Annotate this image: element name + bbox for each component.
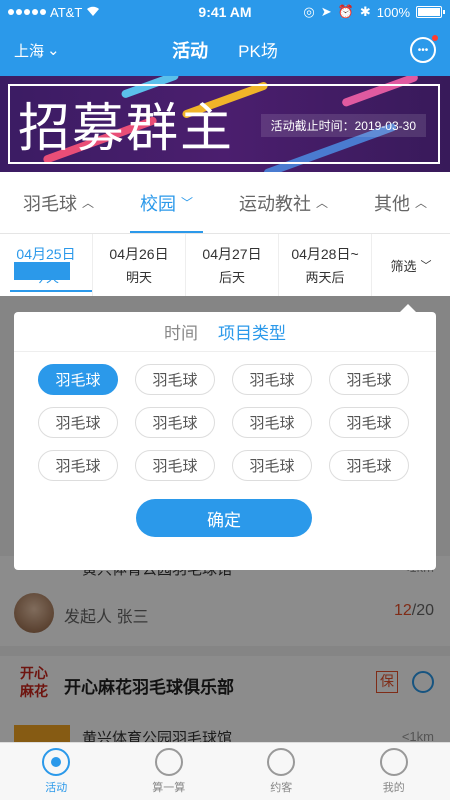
promo-banner[interactable]: 招募群主 活动截止时间：2019-03-30 xyxy=(0,76,450,172)
date-later[interactable]: 04月28日~ 两天后 xyxy=(279,234,372,296)
meet-icon xyxy=(267,748,296,776)
category-badminton[interactable]: 羽毛球 ︿ xyxy=(23,172,94,233)
date-label: 两天后 xyxy=(305,270,345,285)
category-sports-club[interactable]: 运动教社 ︿ xyxy=(239,172,328,233)
tabbar-profile[interactable]: 我的 xyxy=(338,743,450,800)
chevron-up-icon: ︿ xyxy=(81,196,94,210)
filter-popup: 时间 项目类型 羽毛球 羽毛球 羽毛球 羽毛球 羽毛球 羽毛球 羽毛球 羽毛球 … xyxy=(14,304,436,570)
tabbar-label: 我的 xyxy=(382,782,405,794)
category-label: 羽毛球 xyxy=(22,193,77,214)
sport-chip[interactable]: 羽毛球 xyxy=(232,450,312,481)
sport-chip[interactable]: 羽毛球 xyxy=(135,450,215,481)
sport-chip[interactable]: 羽毛球 xyxy=(329,450,409,481)
tabbar-activity[interactable]: 活动 xyxy=(0,743,113,800)
sport-chip[interactable]: 羽毛球 xyxy=(38,450,118,481)
tabbar-meet[interactable]: 约客 xyxy=(225,743,338,800)
notification-dot xyxy=(432,35,438,41)
tab-pk[interactable]: PK场 xyxy=(238,37,278,63)
tabbar-label: 约客 xyxy=(270,782,293,794)
chevron-down-icon: ﹀ xyxy=(420,260,432,272)
chevron-down-icon: ﹀ xyxy=(180,196,193,210)
carrier-label: AT&T xyxy=(50,4,83,20)
sport-chip[interactable]: 羽毛球 xyxy=(38,407,118,438)
city-selector[interactable]: 上海 ⌄ xyxy=(14,40,60,61)
banner-title: 招募群主 xyxy=(18,99,235,159)
top-bar: AT&T 9:41 AM ◎ ➤ ⏰ ✱ 100% 上海 ⌄ 活动 PK场 ••… xyxy=(0,0,450,76)
tabbar-label: 算一算 xyxy=(152,782,186,794)
filter-label: 筛选 xyxy=(390,258,417,274)
alarm-icon: ⏰ xyxy=(337,4,354,19)
tabbar-calculate[interactable]: 算一算 xyxy=(113,743,226,800)
sport-chip-grid: 羽毛球 羽毛球 羽毛球 羽毛球 羽毛球 羽毛球 羽毛球 羽毛球 羽毛球 羽毛球 … xyxy=(14,352,436,481)
sport-chip[interactable]: 羽毛球 xyxy=(135,407,215,438)
rotation-lock-icon: ◎ xyxy=(303,4,315,19)
wifi-icon xyxy=(86,5,100,20)
date-tomorrow[interactable]: 04月26日 明天 xyxy=(93,234,186,296)
location-icon: ➤ xyxy=(320,4,332,19)
city-label: 上海 xyxy=(14,42,45,60)
chevron-up-icon: ︿ xyxy=(414,196,427,210)
date-day-after[interactable]: 04月27日 后天 xyxy=(186,234,279,296)
sport-chip[interactable]: 羽毛球 xyxy=(329,407,409,438)
chevron-up-icon: ︿ xyxy=(315,196,328,210)
bluetooth-icon: ✱ xyxy=(359,4,371,19)
chat-icon: ••• xyxy=(417,44,429,56)
nav-tabs: 活动 PK场 xyxy=(0,37,450,63)
status-bar: AT&T 9:41 AM ◎ ➤ ⏰ ✱ 100% xyxy=(0,0,450,24)
sport-chip[interactable]: 羽毛球 xyxy=(232,364,312,395)
sport-chip[interactable]: 羽毛球 xyxy=(135,364,215,395)
battery-percent: 100% xyxy=(376,4,410,20)
date-value: 04月25日 xyxy=(16,246,76,262)
popup-tabs: 时间 项目类型 xyxy=(14,312,436,352)
date-value: 04月28日~ xyxy=(291,246,359,262)
category-label: 其他 xyxy=(373,193,410,214)
date-value: 04月27日 xyxy=(202,246,262,262)
chevron-down-icon: ⌄ xyxy=(47,42,60,59)
category-label: 校园 xyxy=(139,193,176,214)
activity-icon xyxy=(42,748,71,776)
date-value: 04月26日 xyxy=(109,246,169,262)
category-campus[interactable]: 校园 ﹀ xyxy=(129,172,204,233)
sport-chip[interactable]: 羽毛球 xyxy=(232,407,312,438)
profile-icon xyxy=(379,748,408,776)
date-label: 明天 xyxy=(125,270,152,285)
tab-time[interactable]: 时间 xyxy=(164,319,198,344)
message-button[interactable]: ••• xyxy=(410,35,438,63)
category-label: 运动教社 xyxy=(238,193,311,214)
tab-activity[interactable]: 活动 xyxy=(172,37,208,63)
activity-tag xyxy=(14,262,70,280)
sport-chip[interactable]: 羽毛球 xyxy=(38,364,118,395)
nav-bar: 上海 ⌄ 活动 PK场 ••• xyxy=(0,24,450,76)
sport-chip[interactable]: 羽毛球 xyxy=(329,364,409,395)
category-other[interactable]: 其他 ︿ xyxy=(374,172,427,233)
signal-icon xyxy=(8,9,46,15)
bottom-tab-bar: 活动 算一算 约客 我的 xyxy=(0,742,450,800)
tab-project-type[interactable]: 项目类型 xyxy=(218,319,286,344)
banner-deadline: 活动截止时间：2019-03-30 xyxy=(260,114,426,137)
category-tabs: 羽毛球 ︿ 校园 ﹀ 运动教社 ︿ 其他 ︿ xyxy=(0,172,450,234)
filter-button[interactable]: 筛选 ﹀ xyxy=(372,256,450,275)
date-label: 后天 xyxy=(218,270,245,285)
tabbar-label: 活动 xyxy=(45,782,68,794)
battery-icon xyxy=(416,6,445,18)
confirm-button[interactable]: 确定 xyxy=(136,499,312,537)
calculator-icon xyxy=(154,748,183,776)
